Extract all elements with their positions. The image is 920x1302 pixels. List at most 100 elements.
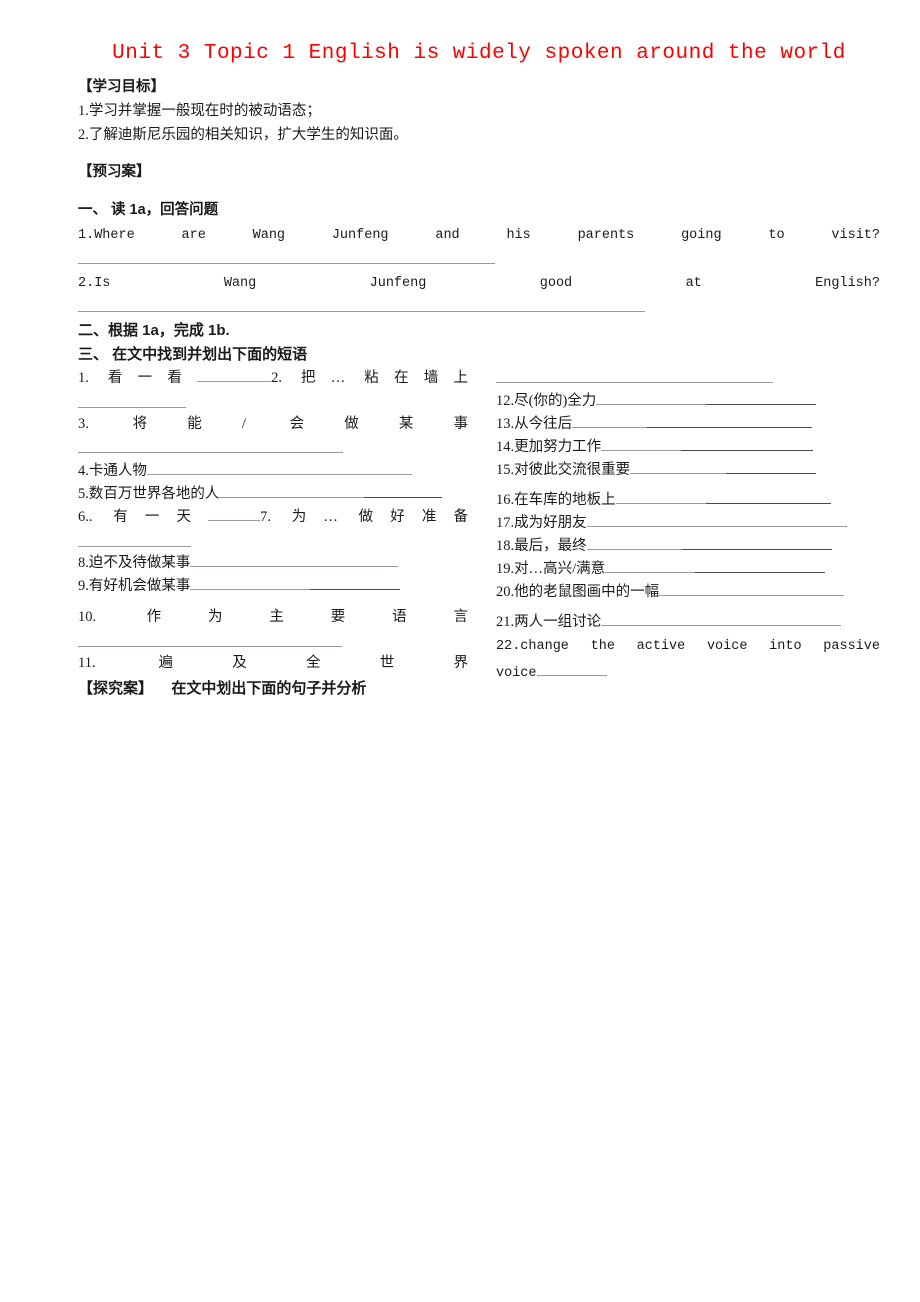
phrase-12-label: 尽(你的)全力 (514, 393, 597, 409)
phrase-item-8: 8.迫不及待做某事 (78, 552, 468, 575)
q1-word-0: 1.Where (78, 228, 135, 243)
phrase-item-1: 1. 看一看 2. 把… 粘在墙上 (78, 367, 468, 390)
phrase-19-blank-b[interactable] (695, 558, 826, 573)
phrase-19-label: 对…高兴/满意 (514, 561, 606, 577)
worksheet-page: Unit 3 Topic 1 English is widely spoken … (0, 0, 920, 1302)
phrase-3-num: 3. (78, 416, 89, 432)
phrase-7-blank[interactable] (78, 546, 191, 547)
phrase-21-blank[interactable] (601, 611, 842, 626)
phrase-2-num: 2. (271, 370, 283, 386)
phrase-8-label: 迫不及待做某事 (88, 555, 191, 571)
phrase-20-blank[interactable] (659, 581, 845, 596)
phrase-22-word-4: into (769, 639, 802, 654)
phrase-10-blank[interactable] (78, 646, 342, 647)
phrase-1-blank[interactable] (197, 367, 272, 382)
q1-word-1: are (181, 228, 206, 243)
phrase-6-blank[interactable] (208, 506, 261, 521)
phrase-12-blank-b[interactable] (706, 390, 817, 405)
phrase-14-blank-a[interactable] (601, 436, 682, 451)
phrase-8-num: 8. (78, 555, 89, 571)
inquiry-section: 【探究案】 在文中划出下面的句子并分析 (78, 676, 366, 701)
phrase-5-blank-a[interactable] (219, 483, 365, 498)
phrase-18-label: 最后，最终 (514, 538, 587, 554)
phrase-7-label: 为… 做好准备 (291, 509, 468, 525)
phrase-item-14: 14.更加努力工作 (496, 436, 880, 459)
phrase-18-num: 18. (496, 538, 515, 554)
phrase-8-blank[interactable] (190, 552, 399, 567)
objectives-heading: 【学习目标】 (78, 79, 165, 95)
q2-word-1: Wang (223, 276, 257, 291)
phrase-19-num: 19. (496, 561, 515, 577)
phrase-18-blank-a[interactable] (586, 535, 682, 550)
phrase-9-blank-a[interactable] (190, 575, 311, 590)
phrase-item-22: 22.change the active voice into passive (496, 636, 880, 658)
phrase-20-num: 20. (496, 584, 515, 600)
q1-word-4: and (435, 228, 460, 243)
phrase-5-num: 5. (78, 486, 89, 502)
phrase-item-10: 10. 作为主要语言 (78, 606, 468, 629)
phrase-12-num: 12. (496, 393, 515, 409)
phrase-7-num: 7. (260, 509, 271, 525)
phrase-item-12: 12.尽(你的)全力 (496, 390, 880, 413)
phrase-13-blank-b[interactable] (647, 413, 813, 428)
q1-word-5: his (506, 228, 531, 243)
phrase-13-blank-a[interactable] (572, 413, 648, 428)
q2-word-0: 2.Is (78, 276, 111, 291)
q2-word-4: at (685, 276, 702, 291)
phrase-11-continuation-blank[interactable] (496, 382, 773, 383)
answer-line-q1[interactable] (78, 263, 495, 264)
answer-line-q2[interactable] (78, 311, 645, 312)
phrase-5-label: 数百万世界各地的人 (88, 486, 220, 502)
phrase-2-blank[interactable] (78, 407, 186, 408)
objective-item-2: 2.了解迪斯尼乐园的相关知识，扩大学生的知识面。 (78, 127, 408, 143)
phrase-2-label: 把… 粘在墙上 (300, 370, 469, 386)
phrase-9-blank-b[interactable] (310, 575, 401, 590)
phrase-10-num: 10. (78, 609, 97, 625)
q1-word-8: to (768, 228, 785, 243)
objective-item-1: 1.学习并掌握一般现在时的被动语态； (78, 103, 321, 119)
phrase-3-blank[interactable] (78, 452, 343, 453)
phrase-item-5: 5.数百万世界各地的人 (78, 483, 468, 506)
page-title: Unit 3 Topic 1 English is widely spoken … (112, 42, 846, 65)
phrase-18-blank-b[interactable] (681, 535, 832, 550)
phrase-item-21: 21.两人一组讨论 (496, 611, 880, 634)
phrase-10-label: 作为主要语言 (146, 609, 468, 625)
phrase-4-label: 卡通人物 (88, 463, 147, 479)
phrase-16-blank-b[interactable] (705, 489, 831, 504)
phrase-16-num: 16. (496, 492, 515, 508)
phrase-3-tail: 会做某事 (289, 416, 469, 432)
phrase-15-blank-a[interactable] (630, 459, 727, 474)
phrase-17-blank[interactable] (586, 512, 847, 527)
phrase-13-label: 从今往后 (514, 416, 573, 432)
phrase-3-label: 将能/ (132, 416, 246, 432)
phrase-15-num: 15. (496, 462, 515, 478)
phrase-14-blank-b[interactable] (681, 436, 814, 451)
q2-word-5: English? (815, 276, 880, 291)
preview-heading: 【预习案】 (78, 164, 151, 180)
phrase-item-15: 15.对彼此交流很重要 (496, 459, 880, 482)
preview-section-three-heading: 三、 在文中找到并划出下面的短语 (78, 346, 308, 363)
phrase-19-blank-a[interactable] (605, 558, 696, 573)
phrase-14-label: 更加努力工作 (514, 439, 602, 455)
q1-word-6: parents (577, 228, 635, 243)
phrase-item-6: 6.. 有一天 7. 为… 做好准备 (78, 506, 468, 529)
q1-word-2: Wang (252, 228, 286, 243)
phrase-17-label: 成为好朋友 (514, 515, 587, 531)
phrase-22-word-5: passive (823, 639, 880, 654)
phrase-15-blank-b[interactable] (726, 459, 817, 474)
phrase-16-label: 在车库的地板上 (514, 492, 616, 508)
phrase-22-word-0: 22.change (496, 639, 569, 654)
phrase-21-label: 两人一组讨论 (514, 614, 602, 630)
phrase-item-16: 16.在车库的地板上 (496, 489, 880, 512)
phrase-12-blank-a[interactable] (596, 390, 707, 405)
phrase-4-blank[interactable] (146, 460, 412, 475)
phrase-5-blank-b[interactable] (364, 483, 443, 498)
phrase-22-blank[interactable] (536, 661, 607, 676)
phrase-6-label: 有一天 (113, 509, 209, 525)
phrase-11-label: 遍及全世界 (158, 655, 469, 671)
phrase-21-num: 21. (496, 614, 515, 630)
phrase-item-13: 13.从今往后 (496, 413, 880, 436)
inquiry-text: 在文中划出下面的句子并分析 (171, 680, 367, 697)
phrase-16-blank-a[interactable] (615, 489, 706, 504)
phrase-item-19: 19.对…高兴/满意 (496, 558, 880, 581)
